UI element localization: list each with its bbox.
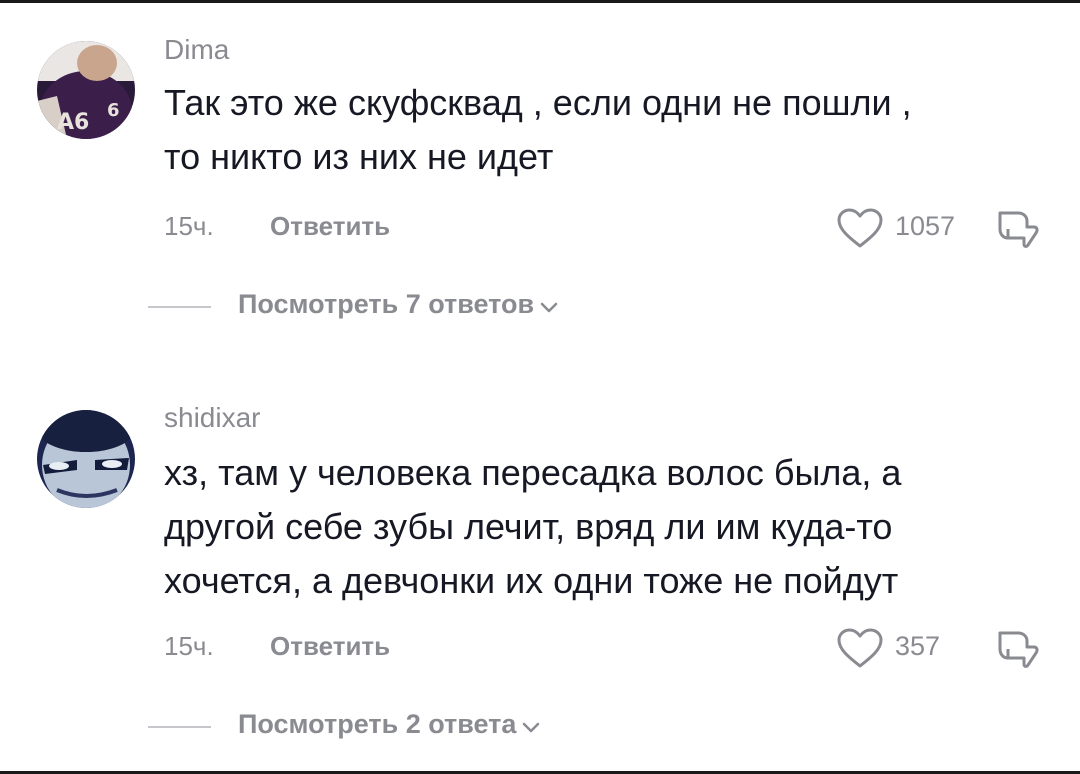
avatar[interactable] — [37, 410, 135, 508]
top-border — [0, 0, 1080, 3]
thumbs-down-outline-icon[interactable] — [994, 207, 1040, 254]
comment-time: 15ч. — [164, 211, 214, 241]
reply-button[interactable]: Ответить — [270, 631, 390, 662]
chevron-down-icon — [522, 710, 540, 741]
comment-username[interactable]: shidixar — [164, 402, 260, 434]
avatar[interactable]: A6 6 — [37, 41, 135, 139]
chevron-down-icon — [540, 290, 558, 321]
comment-text-line: то никто из них не идет — [164, 136, 554, 177]
view-replies-button[interactable]: Посмотреть 2 ответа — [238, 709, 540, 741]
like-count: 357 — [895, 631, 941, 661]
comment-time: 15ч. — [164, 631, 214, 661]
comment-text-line: хочется, а девчонки их одни тоже не пойд… — [164, 560, 899, 601]
comment-text-line: Так это же скуфсквад , если одни не пошл… — [164, 82, 912, 123]
view-replies-button[interactable]: Посмотреть 7 ответов — [238, 289, 558, 321]
like-count: 1057 — [895, 211, 956, 241]
svg-text:A6: A6 — [57, 110, 89, 135]
comment-username[interactable]: Dima — [164, 34, 229, 66]
view-replies-label: Посмотреть 7 ответов — [238, 289, 535, 319]
view-replies-row: Посмотреть 7 ответов — [148, 287, 748, 327]
view-replies-row: Посмотреть 2 ответа — [148, 707, 748, 747]
heart-outline-icon[interactable] — [836, 627, 884, 674]
comment-text: Так это же скуфсквад , если одни не пошл… — [164, 76, 1044, 184]
replies-divider — [148, 306, 211, 308]
thumbs-down-outline-icon[interactable] — [994, 627, 1040, 674]
heart-outline-icon[interactable] — [836, 207, 884, 254]
comment-text-line: другой себе зубы лечит, вряд ли им куда-… — [164, 506, 893, 547]
reply-button[interactable]: Ответить — [270, 211, 390, 242]
svg-text:6: 6 — [107, 100, 120, 121]
comment-meta: 15ч. Ответить 1057 — [164, 207, 1044, 248]
comment-meta: 15ч. Ответить 357 — [164, 627, 1044, 668]
comment-text-line: хз, там у человека пересадка волос была,… — [164, 452, 902, 493]
view-replies-label: Посмотреть 2 ответа — [238, 709, 517, 739]
comment-text: хз, там у человека пересадка волос была,… — [164, 446, 1044, 608]
replies-divider — [148, 726, 211, 728]
